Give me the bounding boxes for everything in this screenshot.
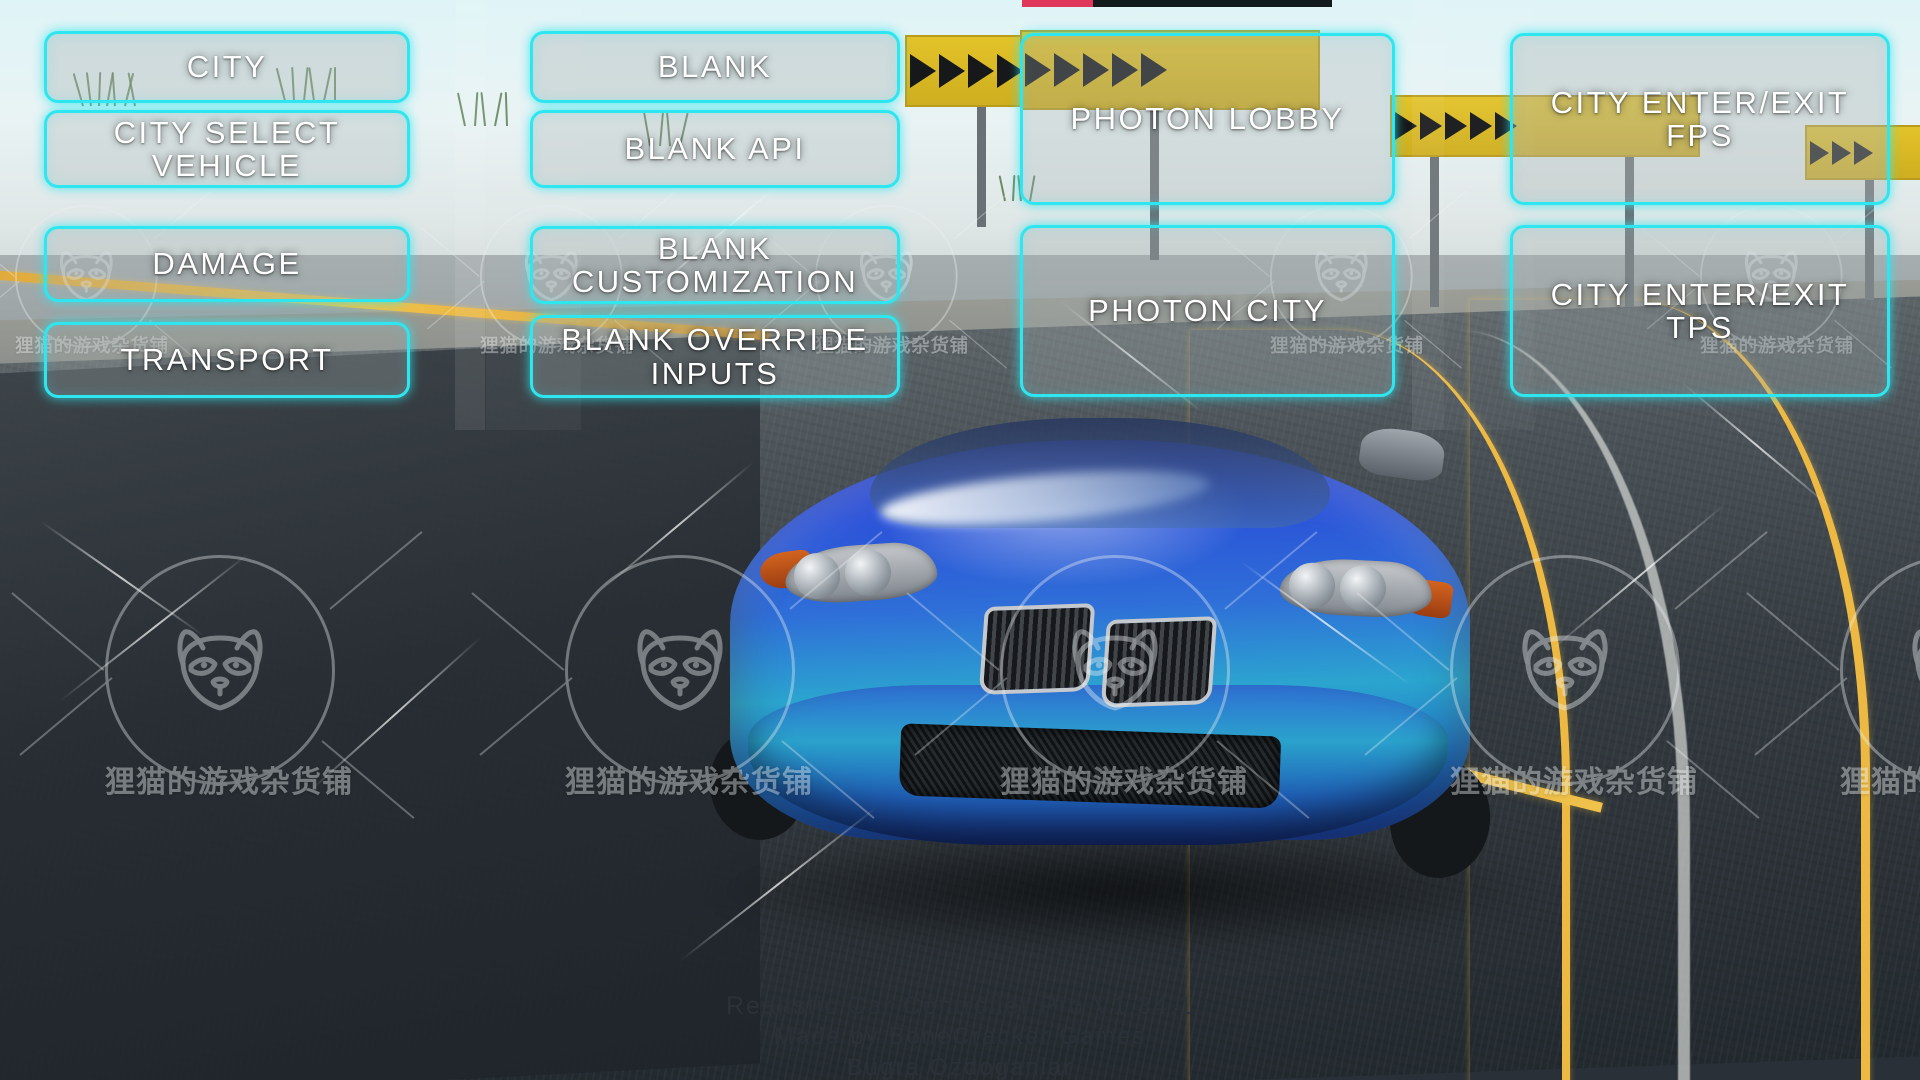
blank-api-button[interactable]: BLANK API: [530, 110, 900, 188]
button-label: BLANK: [657, 49, 773, 85]
damage-button[interactable]: DAMAGE: [44, 226, 410, 302]
loading-bar-fill: [1022, 0, 1094, 7]
credits-line-studio: Made by BoneCracker Games: [773, 1023, 1147, 1050]
button-label: TRANSPORT: [120, 342, 334, 378]
button-label: BLANK API: [624, 131, 806, 167]
city-select-vehicle-button[interactable]: CITY SELECT VEHICLE: [44, 110, 410, 188]
kidney-grille-right: [1100, 616, 1218, 708]
city-enter-exit-fps-button[interactable]: CITY ENTER/EXIT FPS: [1510, 33, 1890, 205]
loading-bar: [1022, 0, 1332, 7]
lower-air-intake: [898, 723, 1282, 809]
button-label: PHOTON CITY: [1088, 293, 1327, 329]
lamp: [843, 547, 893, 598]
credits-line-author: Bugra Ozdoganlar: [846, 1053, 1074, 1080]
photon-city-button[interactable]: PHOTON CITY: [1020, 225, 1395, 397]
kidney-grille-left: [978, 603, 1096, 695]
credits-block: Realistic Car Controller Pro V1.34.1 Mad…: [0, 990, 1920, 1080]
button-label: CITY SELECT VEHICLE: [113, 114, 341, 183]
button-label: PHOTON LOBBY: [1070, 101, 1345, 137]
dark-road-left: [0, 333, 760, 1080]
blank-button[interactable]: BLANK: [530, 31, 900, 103]
button-label: BLANK CUSTOMIZATION: [571, 230, 859, 299]
light-column: [455, 0, 485, 430]
button-label: CITY: [186, 49, 268, 85]
lamp: [1287, 561, 1337, 610]
city-button[interactable]: CITY: [44, 31, 410, 103]
blue-sports-car: [700, 400, 1500, 900]
button-label: BLANK OVERRIDE INPUTS: [561, 322, 869, 391]
transport-button[interactable]: TRANSPORT: [44, 322, 410, 398]
blank-override-inputs-button[interactable]: BLANK OVERRIDE INPUTS: [530, 315, 900, 398]
lamp: [792, 551, 842, 601]
button-label: CITY ENTER/EXIT FPS: [1550, 84, 1850, 153]
blank-customization-button[interactable]: BLANK CUSTOMIZATION: [530, 226, 900, 304]
button-label: DAMAGE: [152, 246, 302, 282]
button-label: CITY ENTER/EXIT TPS: [1550, 276, 1850, 345]
side-mirror: [1357, 424, 1447, 484]
credits-line-product: Realistic Car Controller Pro V1.34.1: [726, 992, 1194, 1020]
city-enter-exit-tps-button[interactable]: CITY ENTER/EXIT TPS: [1510, 225, 1890, 397]
lamp: [1338, 564, 1388, 613]
photon-lobby-button[interactable]: PHOTON LOBBY: [1020, 33, 1395, 205]
light-column: [1412, 0, 1444, 430]
